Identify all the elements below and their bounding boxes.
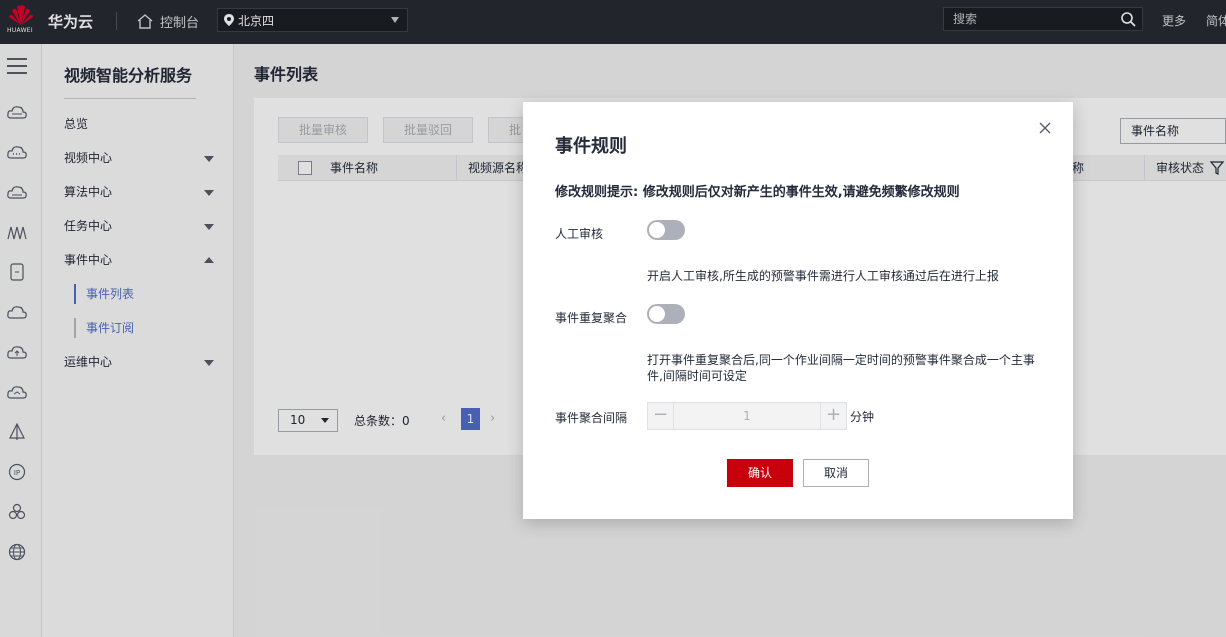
close-icon[interactable] <box>1038 121 1052 135</box>
toggle-knob <box>649 222 665 238</box>
manual-review-label: 人工审核 <box>555 227 604 241</box>
interval-unit: 分钟 <box>850 410 875 424</box>
toggle-knob <box>649 306 665 322</box>
event-rules-dialog: 事件规则 修改规则提示: 修改规则后仅对新产生的事件生效,请避免频繁修改规则 人… <box>523 102 1073 519</box>
confirm-button[interactable]: 确认 <box>727 459 793 487</box>
manual-review-description: 开启人工审核,所生成的预警事件需进行人工审核通过后在进行上报 <box>647 269 999 283</box>
interval-label: 事件聚合间隔 <box>555 411 628 425</box>
interval-stepper[interactable]: − 1 + <box>647 402 847 430</box>
interval-value[interactable]: 1 <box>674 403 820 429</box>
aggregate-description-line: 打开事件重复聚合后,同一个作业间隔一定时间的预警事件聚合成一个主事 <box>647 353 1035 367</box>
increment-button[interactable]: + <box>820 403 846 429</box>
aggregate-description: 打开事件重复聚合后,同一个作业间隔一定时间的预警事件聚合成一个主事 件,间隔时间… <box>647 352 1047 384</box>
rule-change-hint: 修改规则提示: 修改规则后仅对新产生的事件生效,请避免频繁修改规则 <box>555 185 960 200</box>
aggregate-toggle[interactable] <box>647 304 685 324</box>
decrement-button[interactable]: − <box>648 403 674 429</box>
aggregate-label: 事件重复聚合 <box>555 311 628 325</box>
manual-review-toggle[interactable] <box>647 220 685 240</box>
aggregate-description-line: 件,间隔时间可设定 <box>647 369 747 383</box>
cancel-button[interactable]: 取消 <box>803 459 869 487</box>
dialog-title: 事件规则 <box>555 136 627 157</box>
